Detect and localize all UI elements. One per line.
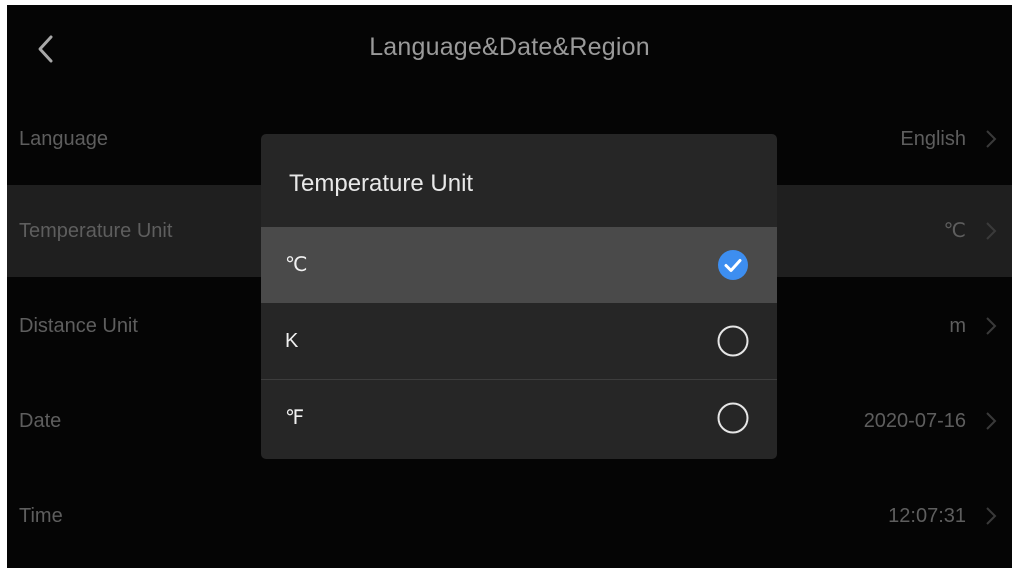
row-label: Date [19,410,62,432]
radio-unchecked-icon [717,325,749,357]
row-label: Distance Unit [19,315,138,337]
option-kelvin[interactable]: K [261,303,777,379]
option-label: ℃ [285,254,308,276]
chevron-right-icon [986,507,997,525]
row-value: ℃ [943,220,966,242]
settings-screen: Language&Date&Region Language English Te… [7,5,1012,568]
option-fahrenheit[interactable]: ℉ [261,380,777,456]
chevron-right-icon [986,412,997,430]
settings-row-time[interactable]: Time 12:07:31 [7,470,1012,562]
row-value: m [949,315,966,337]
row-value: 12:07:31 [888,505,966,527]
option-label: K [285,330,299,352]
page-title: Language&Date&Region [369,33,650,61]
row-label: Language [19,128,108,150]
temperature-unit-dialog: Temperature Unit ℃ K ℉ [261,134,777,459]
dialog-title: Temperature Unit [289,170,474,197]
row-label: Time [19,505,63,527]
row-value: 2020-07-16 [863,410,966,432]
chevron-right-icon [986,317,997,335]
row-value: English [900,128,966,150]
chevron-right-icon [986,130,997,148]
row-label: Temperature Unit [19,220,173,242]
chevron-right-icon [986,222,997,240]
option-label: ℉ [285,407,305,429]
header: Language&Date&Region [7,5,1012,93]
option-celsius[interactable]: ℃ [261,227,777,303]
radio-checked-icon [718,250,748,280]
radio-unchecked-icon [717,402,749,434]
